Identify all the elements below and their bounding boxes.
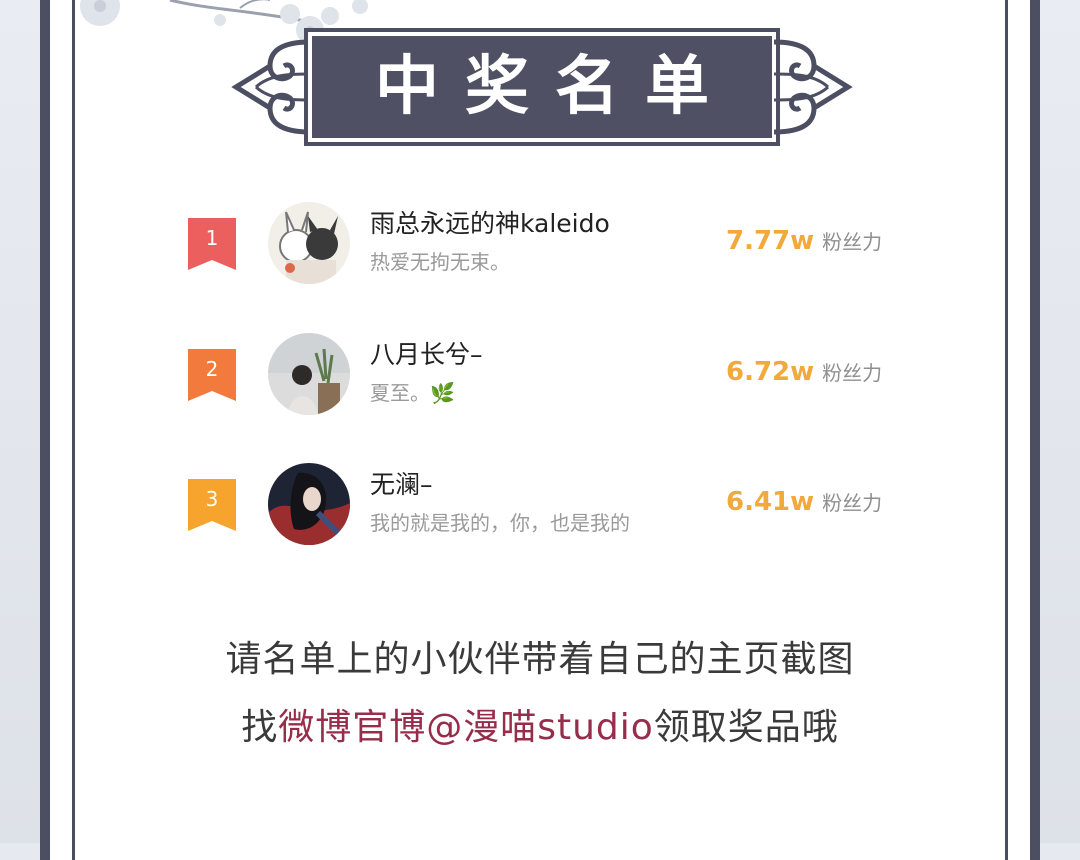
winner-name[interactable]: 无澜– xyxy=(370,465,433,501)
winner-bio: 夏至。🌿 xyxy=(370,381,455,405)
claim-suffix: 领取奖品哦 xyxy=(653,707,839,748)
avatar[interactable] xyxy=(268,333,350,415)
fan-power-value: 7.77w xyxy=(726,226,815,256)
fan-power-value: 6.72w xyxy=(726,357,815,387)
fan-power-label: 粉丝力 xyxy=(822,491,883,515)
claim-instruction-line-2: 找微博官博@漫喵studio领取奖品哦 xyxy=(0,698,1080,750)
rank-number: 2 xyxy=(205,357,219,381)
title-banner: 中奖名单 xyxy=(230,20,854,152)
avatar[interactable] xyxy=(268,463,350,545)
fan-power-value: 6.41w xyxy=(726,487,815,517)
winner-name[interactable]: 雨总永远的神kaleido xyxy=(370,204,610,240)
rank-number: 3 xyxy=(205,487,219,511)
rank-number: 1 xyxy=(205,226,219,250)
rank-badge: 2 xyxy=(188,349,236,401)
scroll-ornament-right-icon xyxy=(773,39,853,135)
fan-power: 7.77w 粉丝力 xyxy=(726,226,882,256)
claim-prefix: 找 xyxy=(241,707,279,748)
rank-badge: 3 xyxy=(188,479,236,531)
winner-bio: 热爱无拘无束。 xyxy=(370,250,510,274)
winner-row-3[interactable]: 3 无澜– 我的就是我的，你，也是我的 6.41w 粉丝力 xyxy=(186,461,906,551)
winner-name[interactable]: 八月长兮– xyxy=(370,335,483,371)
avatar[interactable] xyxy=(268,202,350,284)
winner-row-2[interactable]: 2 八月长兮– 夏至。🌿 6.72w 粉丝力 xyxy=(186,331,906,421)
rank-badge: 1 xyxy=(188,218,236,270)
fan-power-label: 粉丝力 xyxy=(822,230,883,254)
winner-bio: 我的就是我的，你，也是我的 xyxy=(370,511,630,535)
page-title: 中奖名单 xyxy=(375,49,735,124)
fan-power-label: 粉丝力 xyxy=(822,361,883,385)
claim-instruction-line-1: 请名单上的小伙伴带着自己的主页截图 xyxy=(225,639,855,680)
fan-power: 6.41w 粉丝力 xyxy=(726,487,882,517)
winner-row-1[interactable]: 1 雨总永远的神kaleido 热爱无拘无束。 7.77w 粉丝力 xyxy=(186,200,906,290)
official-weibo-link[interactable]: 微博官博@漫喵studio xyxy=(278,707,654,748)
fan-power: 6.72w 粉丝力 xyxy=(726,357,882,387)
